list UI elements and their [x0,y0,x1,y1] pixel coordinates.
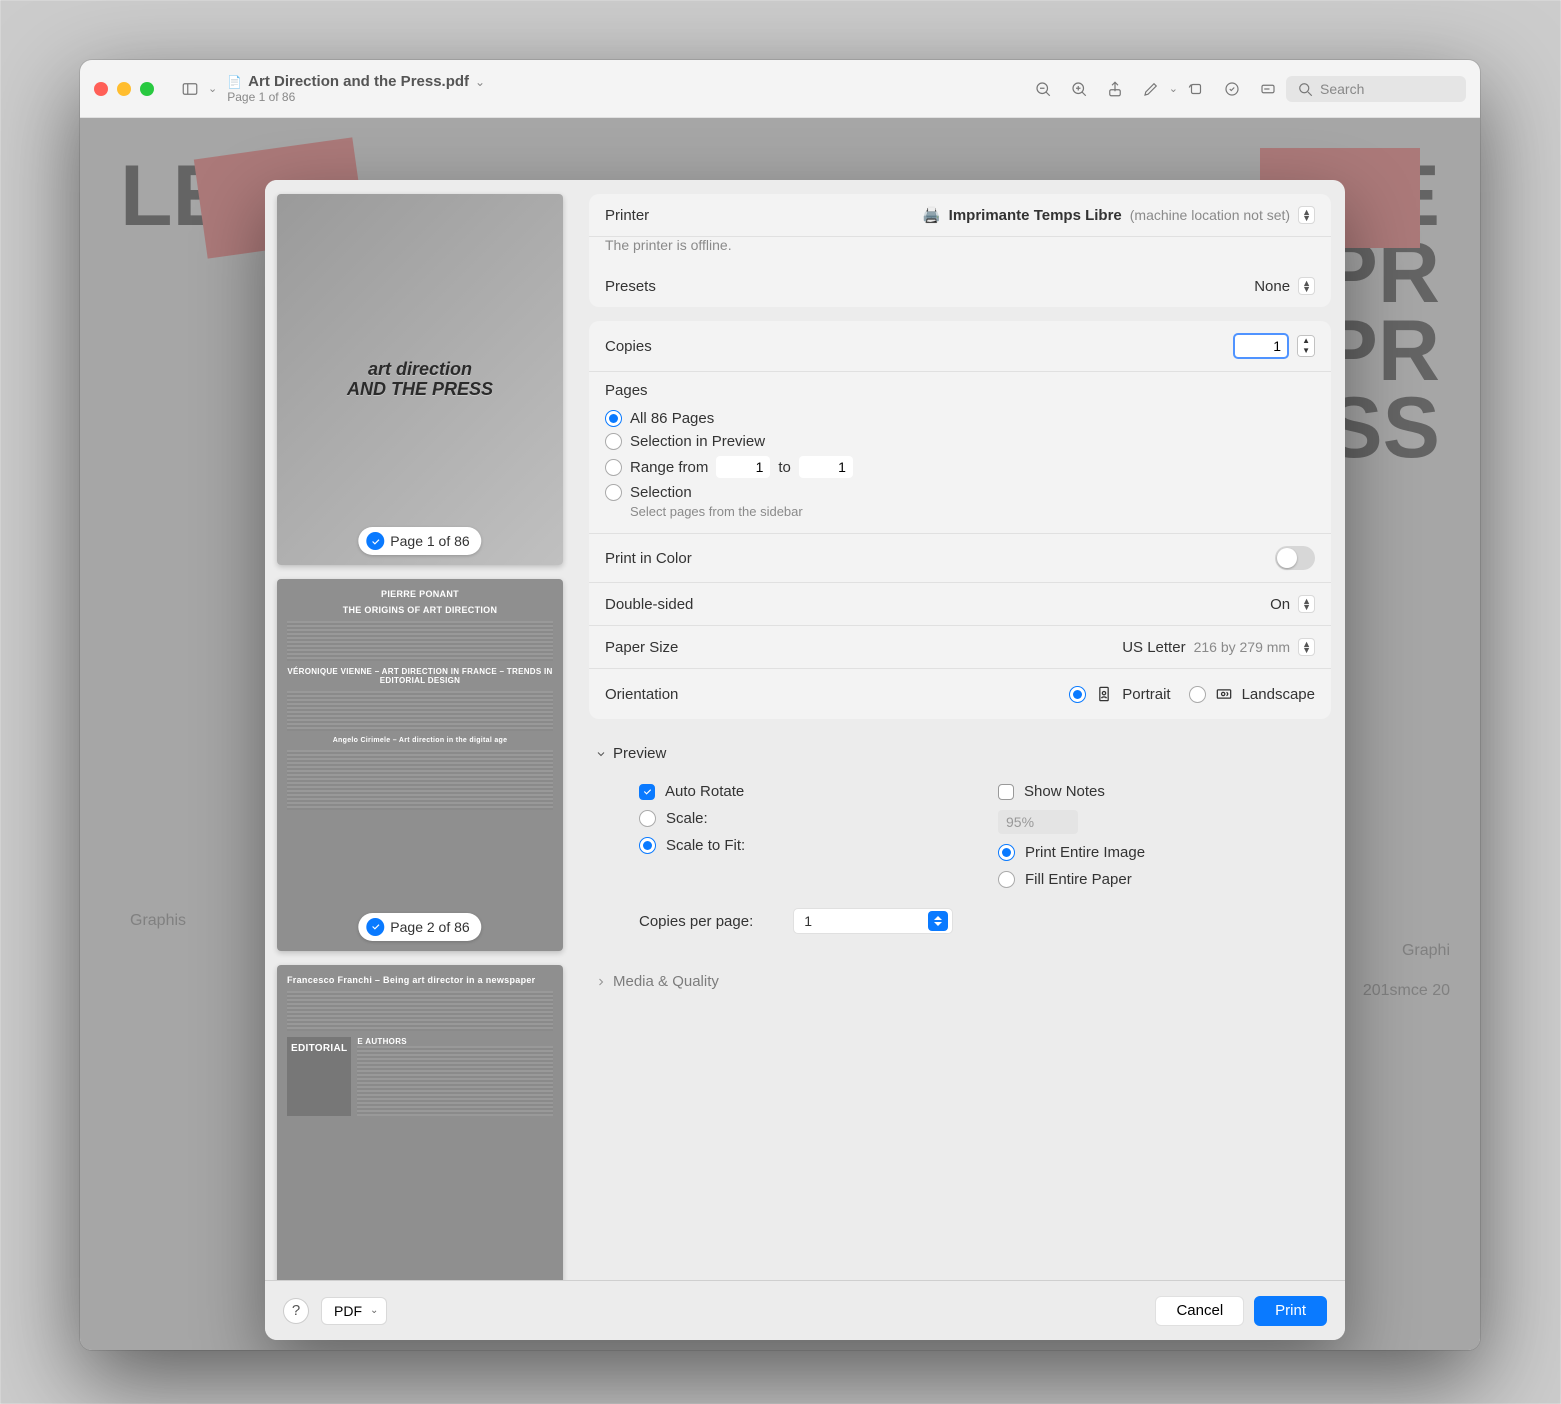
help-button[interactable]: ? [283,1298,309,1324]
updown-icon [928,911,948,931]
form-icon[interactable] [1254,75,1282,103]
preview-window: ⌄ 📄 Art Direction and the Press.pdf ⌄ Pa… [80,60,1480,1350]
page-thumbnail[interactable]: Francesco Franchi – Being art director i… [277,965,563,1280]
stepper-buttons[interactable]: ▲▼ [1297,335,1315,357]
landscape-icon [1214,684,1234,704]
show-notes-checkbox[interactable]: Show Notes [998,778,1317,805]
presets-row[interactable]: Presets None▲▼ [589,265,1331,307]
check-icon [366,532,384,550]
thumbnail-sidebar[interactable]: art directionAND THE PRESS Page 1 of 86 … [265,180,575,1280]
orientation-portrait[interactable]: Portrait [1069,681,1170,707]
orientation-landscape[interactable]: Landscape [1189,681,1315,707]
orientation-row: Orientation Portrait Landscape [589,669,1331,719]
paper-size-row[interactable]: Paper Size US Letter216 by 279 mm▲▼ [589,626,1331,669]
preview-panel: Auto Rotate Scale: Scale to Fit: Show No… [589,774,1331,955]
print-button[interactable]: Print [1254,1296,1327,1326]
media-quality-disclosure[interactable]: Media & Quality [589,961,1331,1002]
close-icon[interactable] [94,82,108,96]
print-entire-image-radio[interactable]: Print Entire Image [998,839,1317,866]
title-block: 📄 Art Direction and the Press.pdf ⌄ Page… [227,73,485,104]
markup-icon[interactable] [1137,75,1165,103]
color-toggle[interactable] [1275,546,1315,570]
printer-icon: 🖨️ [922,206,941,224]
print-dialog: art directionAND THE PRESS Page 1 of 86 … [265,180,1345,1340]
printer-row[interactable]: Printer 🖨️ Imprimante Temps Libre (machi… [589,194,1331,237]
updown-icon[interactable]: ▲▼ [1298,595,1315,613]
search-icon [1296,80,1314,98]
fill-entire-paper-radio[interactable]: Fill Entire Paper [998,866,1317,893]
printer-status: The printer is offline. [589,237,1331,265]
pages-block: Pages All 86 Pages Selection in Preview … [589,372,1331,534]
pdf-menu-button[interactable]: PDF⌄ [321,1297,387,1325]
zoom-in-icon[interactable] [1065,75,1093,103]
zoom-icon[interactable] [140,82,154,96]
copies-input[interactable] [1233,333,1289,359]
scale-input [998,810,1078,834]
document-icon: 📄 [227,75,242,89]
pages-selection-preview-radio[interactable]: Selection in Preview [605,430,1315,453]
page-badge: Page 2 of 86 [358,913,481,941]
copies-per-page-select[interactable]: 1 [793,908,953,934]
dialog-footer: ? PDF⌄ Cancel Print [265,1280,1345,1340]
chevron-down-icon [595,748,607,760]
preview-disclosure[interactable]: Preview [589,733,1331,774]
auto-rotate-checkbox[interactable]: Auto Rotate [639,778,958,805]
sidebar-toggle-icon[interactable] [176,75,204,103]
minimize-icon[interactable] [117,82,131,96]
scale-to-fit-radio[interactable]: Scale to Fit: [639,832,958,859]
updown-icon[interactable]: ▲▼ [1298,277,1315,295]
range-to-input[interactable] [799,456,853,478]
copies-row: Copies ▲▼ [589,321,1331,372]
page-indicator: Page 1 of 86 [227,90,485,104]
search-input[interactable]: Search [1286,76,1466,102]
page-badge: Page 1 of 86 [358,527,481,555]
highlight-icon[interactable] [1218,75,1246,103]
chevron-right-icon [595,976,607,988]
updown-icon[interactable]: ▲▼ [1298,206,1315,224]
pages-all-radio[interactable]: All 86 Pages [605,407,1315,430]
range-from-input[interactable] [716,456,770,478]
print-color-row: Print in Color [589,534,1331,583]
traffic-lights[interactable] [94,82,154,96]
titlebar: ⌄ 📄 Art Direction and the Press.pdf ⌄ Pa… [80,60,1480,118]
document-title: Art Direction and the Press.pdf [248,73,469,90]
updown-icon[interactable]: ▲▼ [1298,638,1315,656]
double-sided-row[interactable]: Double-sided On▲▼ [589,583,1331,626]
page-thumbnail[interactable]: art directionAND THE PRESS Page 1 of 86 [277,194,563,565]
chevron-down-icon: ⌄ [370,1305,378,1316]
page-thumbnail[interactable]: PIERRE PONANT THE ORIGINS OF ART DIRECTI… [277,579,563,950]
portrait-icon [1094,684,1114,704]
chevron-down-icon[interactable]: ⌄ [475,75,485,89]
rotate-icon[interactable] [1182,75,1210,103]
chevron-down-icon[interactable]: ⌄ [208,82,217,95]
print-options: Printer 🖨️ Imprimante Temps Libre (machi… [575,180,1345,1280]
check-icon [366,918,384,936]
scale-radio[interactable]: Scale: [639,805,958,832]
pages-range-radio[interactable]: Range from to [605,453,1315,481]
cancel-button[interactable]: Cancel [1155,1296,1244,1326]
share-icon[interactable] [1101,75,1129,103]
zoom-out-icon[interactable] [1029,75,1057,103]
pages-selection-radio[interactable]: Selection [605,481,1315,504]
chevron-down-icon[interactable]: ⌄ [1169,82,1178,95]
